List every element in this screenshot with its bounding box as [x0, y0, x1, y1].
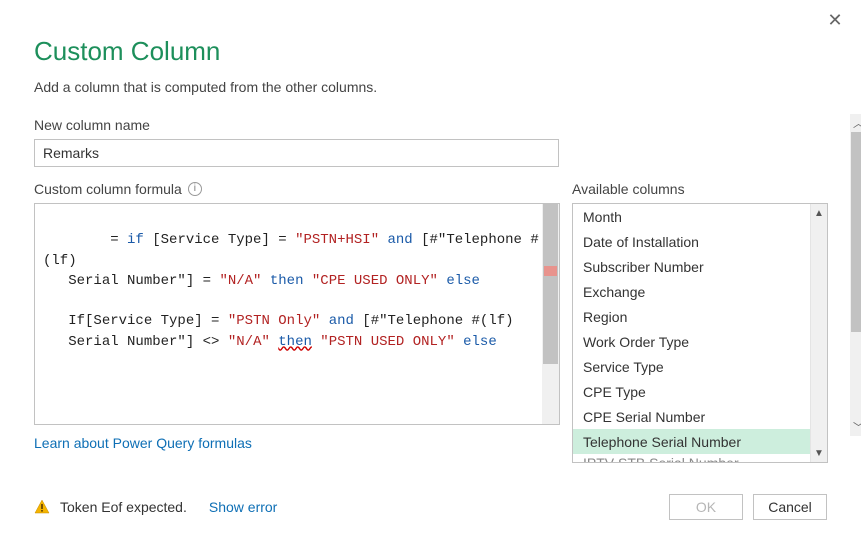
dialog-scroll-up-icon[interactable]: ︿: [850, 114, 861, 132]
formula-label-text: Custom column formula: [34, 181, 182, 197]
list-item[interactable]: Region: [573, 304, 827, 329]
dialog-footer: Token Eof expected. Show error OK Cancel: [34, 494, 827, 520]
dialog-scrollbar[interactable]: ︿ ﹀: [850, 114, 861, 436]
warning-icon: [34, 499, 50, 515]
info-icon[interactable]: i: [188, 182, 202, 196]
formula-scrollbar-thumb[interactable]: [543, 204, 558, 364]
scroll-up-icon[interactable]: ▲: [811, 204, 827, 222]
show-error-link[interactable]: Show error: [209, 499, 277, 515]
formula-scrollbar[interactable]: [542, 204, 559, 424]
column-name-input[interactable]: [34, 139, 559, 167]
available-columns-list[interactable]: MonthDate of InstallationSubscriber Numb…: [572, 203, 828, 463]
list-item[interactable]: CPE Type: [573, 379, 827, 404]
available-columns-label: Available columns: [572, 181, 828, 197]
status-message: Token Eof expected.: [60, 499, 187, 515]
learn-formulas-link[interactable]: Learn about Power Query formulas: [34, 435, 252, 451]
dialog-subtitle: Add a column that is computed from the o…: [34, 79, 827, 95]
ok-button[interactable]: OK: [669, 494, 743, 520]
list-item[interactable]: Subscriber Number: [573, 254, 827, 279]
scroll-down-icon[interactable]: ▼: [811, 444, 827, 462]
status-area: Token Eof expected. Show error: [34, 499, 277, 515]
button-row: OK Cancel: [669, 494, 827, 520]
cancel-button[interactable]: Cancel: [753, 494, 827, 520]
list-item[interactable]: Month: [573, 204, 827, 229]
formula-editor[interactable]: = if [Service Type] = "PSTN+HSI" and [#"…: [34, 203, 560, 425]
formula-error-marker[interactable]: [544, 266, 557, 276]
close-icon[interactable]: ✕: [823, 8, 847, 32]
formula-content: = if [Service Type] = "PSTN+HSI" and [#"…: [43, 232, 539, 349]
column-name-label: New column name: [34, 117, 827, 133]
list-item[interactable]: IPTV STB Serial Number: [573, 454, 827, 463]
list-item[interactable]: Work Order Type: [573, 329, 827, 354]
list-item[interactable]: CPE Serial Number: [573, 404, 827, 429]
list-item[interactable]: Date of Installation: [573, 229, 827, 254]
formula-label: Custom column formula i: [34, 181, 560, 197]
columns-scrollbar[interactable]: ▲ ▼: [810, 204, 827, 462]
custom-column-dialog: ✕ Custom Column Add a column that is com…: [0, 0, 861, 542]
list-item[interactable]: Service Type: [573, 354, 827, 379]
dialog-scroll-down-icon[interactable]: ﹀: [850, 418, 861, 436]
dialog-scrollbar-thumb[interactable]: [851, 132, 861, 332]
dialog-title: Custom Column: [34, 36, 827, 67]
list-item[interactable]: Exchange: [573, 279, 827, 304]
list-item[interactable]: Telephone Serial Number: [573, 429, 827, 454]
